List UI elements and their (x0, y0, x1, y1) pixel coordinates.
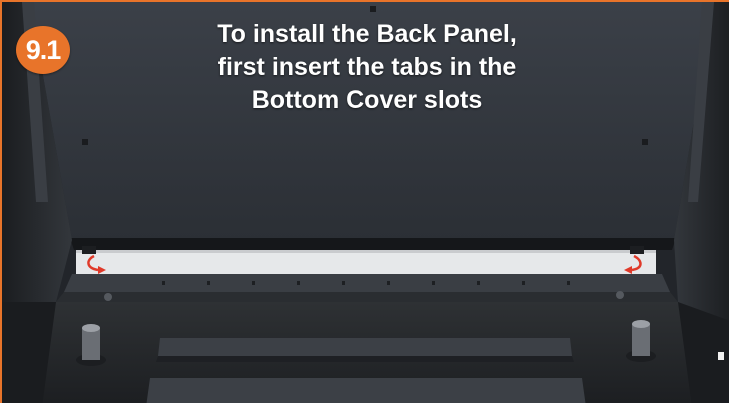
panel-hole (642, 139, 648, 145)
left-foot (82, 328, 100, 360)
side-tab (718, 352, 724, 360)
slot-gap-shadow (76, 250, 656, 253)
slot-gap (76, 250, 656, 274)
screw (104, 293, 112, 301)
screw (616, 291, 624, 299)
instruction-text: To install the Back Panel, first insert … (132, 18, 602, 117)
illustration-frame: 9.1 To install the Back Panel, first ins… (0, 0, 729, 403)
left-tab (82, 246, 96, 254)
bottom-cover-rail (64, 274, 670, 292)
left-foot-top (82, 324, 100, 332)
instruction-line: first insert the tabs in the (217, 53, 517, 81)
right-tab (630, 246, 644, 254)
bottom-cover-rail-front (56, 292, 678, 302)
right-foot (632, 324, 650, 356)
floor-slat-edge (156, 356, 574, 362)
floor-slat (158, 338, 572, 356)
floor-slat (146, 378, 586, 403)
panel-bottom-edge (70, 238, 676, 250)
panel-hole (82, 139, 88, 145)
step-number-badge: 9.1 (16, 26, 70, 74)
panel-hole (370, 6, 376, 12)
instruction-line: Bottom Cover slots (251, 86, 483, 114)
right-foot-top (632, 320, 650, 328)
instruction-line: To install the Back Panel, (217, 20, 517, 48)
